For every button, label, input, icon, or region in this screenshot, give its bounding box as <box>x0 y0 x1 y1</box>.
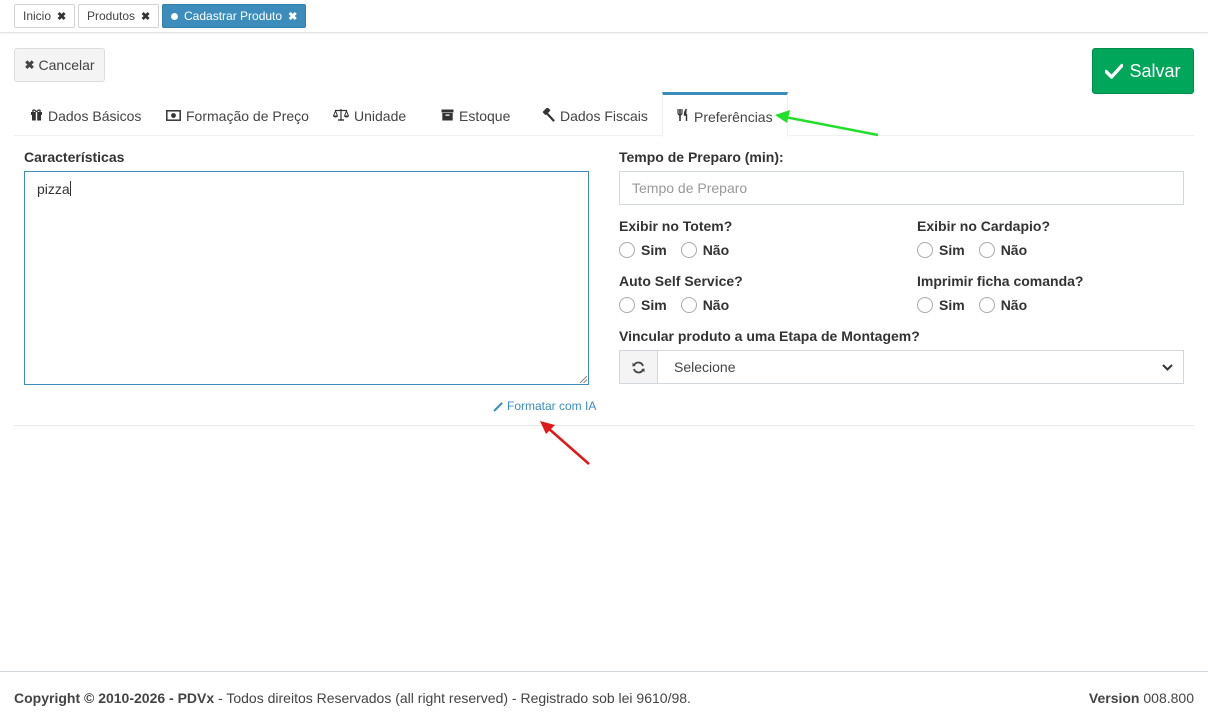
top-tab-cadastrar-produto[interactable]: Cadastrar Produto ✖ <box>162 4 307 28</box>
imprimir-ficha-nao-radio[interactable] <box>978 297 995 313</box>
copyright-bold: Copyright © 2010-2026 - PDVx <box>14 690 215 706</box>
gift-icon <box>30 108 43 124</box>
content-tabs: Dados Básicos Formação de Preço Unidade … <box>14 92 1194 137</box>
tab-label: Dados Básicos <box>48 108 142 124</box>
tab-label: Dados Fiscais <box>560 108 648 124</box>
top-tab-inicio[interactable]: Inicio ✖ <box>14 4 76 28</box>
imprimir-ficha-radio-group: Sim Não <box>917 297 1041 313</box>
tab-label: Formação de Preço <box>186 108 309 124</box>
radio-label-sim: Sim <box>641 242 667 258</box>
radio-label-sim: Sim <box>641 297 667 313</box>
archive-icon <box>441 109 454 124</box>
etapa-montagem-selected: Selecione <box>674 359 736 375</box>
top-tab-bar: Inicio ✖ Produtos ✖ Cadastrar Produto ✖ <box>0 0 1208 33</box>
exibir-totem-nao-radio[interactable] <box>680 242 697 258</box>
gavel-icon <box>541 107 555 125</box>
radio-label-nao: Não <box>702 242 730 258</box>
auto-self-service-nao-radio[interactable] <box>680 297 697 313</box>
money-icon <box>166 109 181 124</box>
auto-self-service-label: Auto Self Service? <box>619 273 743 289</box>
exibir-cardapio-radio-group: Sim Não <box>917 242 1041 258</box>
close-icon[interactable]: ✖ <box>288 10 297 23</box>
radio-label-nao: Não <box>702 297 730 313</box>
auto-self-service-sim-radio[interactable] <box>619 297 635 313</box>
close-icon[interactable]: ✖ <box>57 10 66 23</box>
format-with-ai-link[interactable]: Formatar com IA <box>493 399 596 413</box>
version-label: Version <box>1088 690 1140 706</box>
format-with-ai-label: Formatar com IA <box>507 399 597 413</box>
top-tab-label: Inicio <box>23 9 52 23</box>
imprimir-ficha-label: Imprimir ficha comanda? <box>917 273 1084 289</box>
top-tab-label: Cadastrar Produto <box>184 9 283 23</box>
caracteristicas-textarea[interactable]: pizza <box>24 171 589 385</box>
top-tab-produtos[interactable]: Produtos ✖ <box>78 4 160 28</box>
cutlery-icon <box>677 108 689 125</box>
etapa-montagem-select[interactable]: Selecione <box>658 351 1183 383</box>
save-label: Salvar <box>1129 60 1181 81</box>
tab-preferencias[interactable]: Preferências <box>662 92 788 137</box>
tab-label: Unidade <box>354 108 407 124</box>
tab-formacao-preco[interactable]: Formação de Preço <box>166 92 309 136</box>
save-button[interactable]: Salvar <box>1092 48 1194 94</box>
chevron-down-icon <box>1162 363 1173 371</box>
exibir-cardapio-nao-radio[interactable] <box>978 242 995 258</box>
cancel-label: Cancelar <box>38 57 95 73</box>
version-value: 008.800 <box>1139 690 1194 706</box>
radio-label-sim: Sim <box>939 297 965 313</box>
balance-scale-icon <box>332 108 350 124</box>
imprimir-ficha-sim-radio[interactable] <box>917 297 933 313</box>
red-arrow-icon <box>540 421 590 465</box>
top-tab-label: Produtos <box>87 9 136 23</box>
close-icon[interactable]: ✖ <box>141 10 150 23</box>
caracteristicas-value: pizza <box>37 181 70 197</box>
tab-unidade[interactable]: Unidade <box>332 92 407 136</box>
radio-label-sim: Sim <box>939 242 965 258</box>
radio-label-nao: Não <box>1000 242 1028 258</box>
tempo-preparo-label: Tempo de Preparo (min): <box>619 149 784 165</box>
exibir-cardapio-label: Exibir no Cardapio? <box>917 218 1051 234</box>
exibir-totem-label: Exibir no Totem? <box>619 218 733 234</box>
exibir-totem-sim-radio[interactable] <box>619 242 635 258</box>
tab-estoque[interactable]: Estoque <box>441 92 510 136</box>
divider <box>14 425 1194 426</box>
exibir-cardapio-sim-radio[interactable] <box>917 242 933 258</box>
exibir-totem-radio-group: Sim Não <box>619 242 743 258</box>
close-icon: ✖ <box>24 58 35 72</box>
tempo-preparo-input[interactable]: Tempo de Preparo <box>619 171 1184 205</box>
refresh-button[interactable] <box>620 351 658 383</box>
auto-self-service-radio-group: Sim Não <box>619 297 743 313</box>
copyright-rest: - Todos direitos Reservados (all right r… <box>214 690 691 706</box>
tempo-preparo-placeholder: Tempo de Preparo <box>632 180 748 196</box>
active-dot-icon <box>171 12 178 20</box>
etapa-montagem-field: Selecione <box>619 350 1184 384</box>
footer-copyright: Copyright © 2010-2026 - PDVx - Todos dir… <box>14 690 691 706</box>
radio-label-nao: Não <box>1000 297 1028 313</box>
cancel-button[interactable]: ✖ Cancelar <box>14 48 105 82</box>
tab-dados-basicos[interactable]: Dados Básicos <box>30 92 141 136</box>
tab-label: Estoque <box>459 108 511 124</box>
check-icon <box>1105 63 1124 79</box>
caracteristicas-label: Características <box>24 149 125 165</box>
resize-handle-icon[interactable] <box>579 375 587 383</box>
footer-version: Version 008.800 <box>1089 690 1194 706</box>
magic-wand-icon <box>493 401 504 412</box>
tab-dados-fiscais[interactable]: Dados Fiscais <box>541 92 648 136</box>
footer: Copyright © 2010-2026 - PDVx - Todos dir… <box>0 671 1208 720</box>
tab-label: Preferências <box>694 108 773 125</box>
refresh-icon <box>632 361 645 373</box>
etapa-montagem-label: Vincular produto a uma Etapa de Montagem… <box>619 328 920 344</box>
text-caret <box>69 181 71 196</box>
